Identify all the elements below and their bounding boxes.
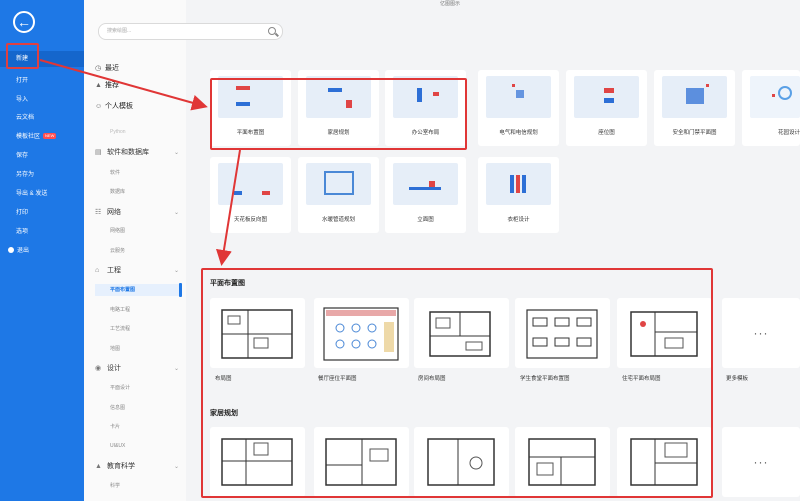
arrow-new-to-templates (39, 59, 208, 111)
arrow-templates-to-section (216, 149, 241, 266)
annotation-arrows (39, 59, 241, 266)
